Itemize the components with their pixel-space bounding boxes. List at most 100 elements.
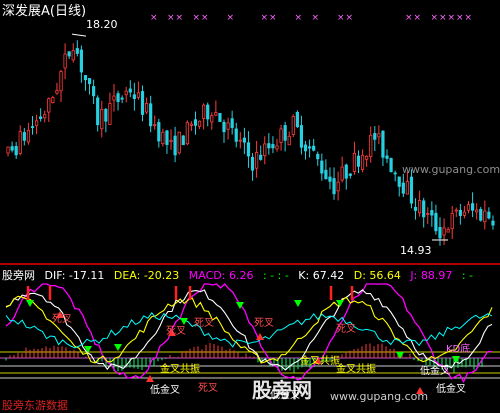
candle-body — [47, 98, 51, 113]
candle-body — [222, 121, 226, 133]
indicator-line — [5, 311, 493, 349]
candle-body — [226, 122, 230, 130]
candle-body — [128, 88, 132, 93]
signal-label: 金叉共振 — [336, 362, 376, 375]
candle-body — [462, 211, 467, 216]
candle-body — [365, 155, 369, 160]
candle-body — [234, 128, 238, 142]
dif-value: DIF: -17.11 — [44, 269, 105, 282]
d-value: D: 56.64 — [353, 269, 401, 282]
candle-body — [165, 130, 169, 145]
watermark-center: 股旁网 — [252, 378, 312, 402]
candle-body — [214, 112, 218, 116]
top-marker: × — [346, 13, 354, 23]
kline-indicator-chart: × × × × × × × × × × × × × × × × × × ×死叉死叉死叉 死叉死叉金叉共振金叉共振金叉共… — [0, 13, 500, 401]
candle-body — [255, 152, 259, 169]
candle-body — [283, 125, 287, 141]
candle-body — [491, 220, 495, 226]
candle-body — [79, 49, 83, 73]
signal-arrow-down — [114, 344, 122, 351]
candle-body — [246, 142, 251, 157]
candle-body — [287, 135, 291, 146]
candle-body — [132, 94, 136, 100]
top-marker: × — [439, 13, 447, 23]
candle-body — [487, 211, 491, 219]
signal-label: 低金叉 — [436, 382, 466, 395]
candle-body — [116, 93, 120, 103]
dots-value: : - : - — [262, 269, 289, 282]
candle-body — [373, 133, 377, 140]
candle-body — [389, 158, 393, 173]
macd-value: MACD: 6.26 — [188, 269, 254, 282]
top-marker: × — [167, 13, 175, 23]
top-marker: × — [312, 13, 320, 23]
candle-body — [193, 119, 198, 126]
signal-label: 死叉 — [52, 313, 72, 325]
top-marker: × — [176, 13, 184, 23]
candle-body — [381, 130, 385, 158]
top-marker: × — [193, 13, 201, 23]
signal-label: 死叉 — [166, 325, 186, 337]
top-marker: × — [201, 13, 209, 23]
candle-body — [434, 212, 438, 232]
candle-body — [26, 129, 31, 143]
candle-body — [479, 209, 483, 221]
candle-body — [149, 103, 153, 127]
candle-body — [169, 139, 173, 142]
pane-separator — [0, 263, 500, 265]
candle-body — [22, 132, 26, 141]
candle-body — [67, 51, 71, 57]
indicator-values-row: 股旁网 DIF: -17.11 DEA: -20.23 MACD: 6.26 :… — [2, 267, 479, 283]
candle-body — [316, 153, 320, 160]
candle-body — [352, 152, 357, 172]
signal-arrow-down — [294, 300, 302, 307]
signal-label: 金叉共振 — [160, 362, 200, 375]
candle-body — [104, 108, 108, 122]
candle-body — [336, 181, 340, 192]
candle-body — [83, 75, 88, 81]
candle-body — [344, 164, 348, 179]
candle-body — [328, 176, 332, 182]
top-marker: × — [295, 13, 303, 23]
candle-body — [422, 200, 426, 218]
candle-body — [185, 122, 189, 145]
j-value: J: 88.97 — [410, 269, 453, 282]
candle-body — [401, 182, 405, 194]
candle-body — [140, 91, 145, 115]
brand-label: 股旁网 — [2, 269, 35, 282]
candle-body — [153, 124, 157, 127]
candle-body — [144, 102, 149, 113]
dea-value: DEA: -20.23 — [113, 269, 180, 282]
candle-body — [250, 156, 255, 171]
candle-body — [393, 172, 397, 175]
candle-body — [438, 227, 442, 239]
candle-body — [124, 90, 128, 96]
signal-label: KD底 — [446, 342, 470, 355]
candle-body — [307, 146, 312, 149]
candle-body — [242, 137, 246, 143]
candle-body — [197, 120, 202, 127]
candle-body — [218, 112, 222, 122]
watermark-url: www.gupang.com — [330, 390, 429, 403]
candle-body — [161, 131, 165, 145]
k-value: K: 67.42 — [298, 269, 345, 282]
candle-body — [136, 92, 141, 98]
candle-body — [418, 200, 422, 214]
candle-body — [59, 71, 63, 92]
candle-body — [263, 143, 267, 157]
candle-body — [291, 116, 295, 135]
signal-label: 低金叉 — [420, 364, 450, 377]
high-pointer — [71, 33, 87, 37]
candle-body — [324, 169, 328, 180]
candle-body — [405, 181, 409, 195]
signal-label: 死叉 — [254, 317, 274, 329]
candle-body — [34, 120, 39, 127]
candle-body — [120, 97, 124, 100]
top-marker: × — [269, 13, 277, 23]
candle-body — [87, 78, 92, 85]
candle-body — [71, 50, 75, 61]
candle-body — [466, 204, 471, 211]
candle-body — [259, 154, 263, 160]
candle-body — [409, 176, 414, 204]
top-marker: × — [456, 13, 464, 23]
